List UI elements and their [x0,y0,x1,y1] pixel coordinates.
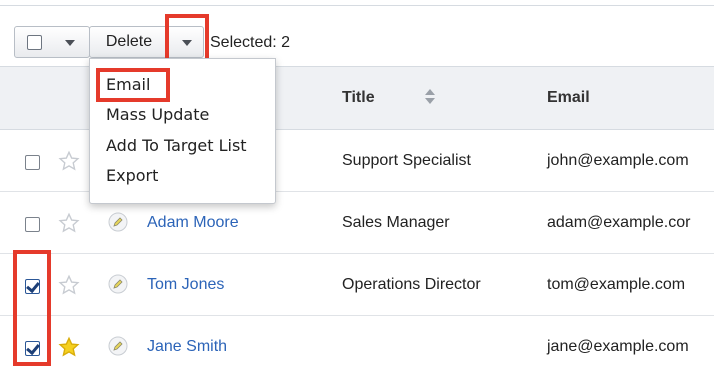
menu-item-export[interactable]: Export [106,166,158,185]
row-name-link[interactable]: Tom Jones [147,276,224,294]
star-icon[interactable] [58,274,80,296]
menu-item-mass-update[interactable]: Mass Update [106,105,209,124]
row-title: Sales Manager [342,214,450,231]
chevron-down-icon[interactable] [65,40,75,46]
row-email[interactable]: john@example.com [547,152,689,170]
row-title: Operations Director [342,276,481,293]
table-row: Jane Smith jane@example.com [0,316,714,370]
checkbox-icon[interactable] [27,35,42,50]
pencil-icon[interactable] [108,336,128,356]
pencil-icon[interactable] [108,274,128,294]
star-icon[interactable] [58,336,80,358]
list-toolbar: Delete Selected: 2 [0,6,714,66]
row-email[interactable]: jane@example.com [547,338,689,356]
select-all-dropdown[interactable] [14,26,90,58]
pencil-icon[interactable] [108,212,128,232]
row-email[interactable]: tom@example.com [547,276,685,294]
sort-icon[interactable] [424,87,436,107]
highlight-actions-dropdown [165,14,209,64]
column-header-title[interactable]: Title [342,89,375,107]
star-icon[interactable] [58,150,80,172]
highlight-email-item [96,68,170,102]
menu-item-add-to-target-list[interactable]: Add To Target List [106,136,247,155]
column-header-email[interactable]: Email [547,89,590,107]
highlight-selected-checkboxes [13,250,51,366]
table-row: Tom Jones Operations Director tom@exampl… [0,254,714,316]
row-email[interactable]: adam@example.cor [547,214,690,232]
row-title: Support Specialist [342,152,471,169]
row-checkbox[interactable] [25,217,40,232]
star-icon[interactable] [58,212,80,234]
row-name-link[interactable]: Adam Moore [147,214,239,232]
delete-button[interactable]: Delete [89,26,169,58]
row-checkbox[interactable] [25,155,40,170]
row-name-link[interactable]: Jane Smith [147,338,227,356]
selected-count: Selected: 2 [210,34,291,51]
